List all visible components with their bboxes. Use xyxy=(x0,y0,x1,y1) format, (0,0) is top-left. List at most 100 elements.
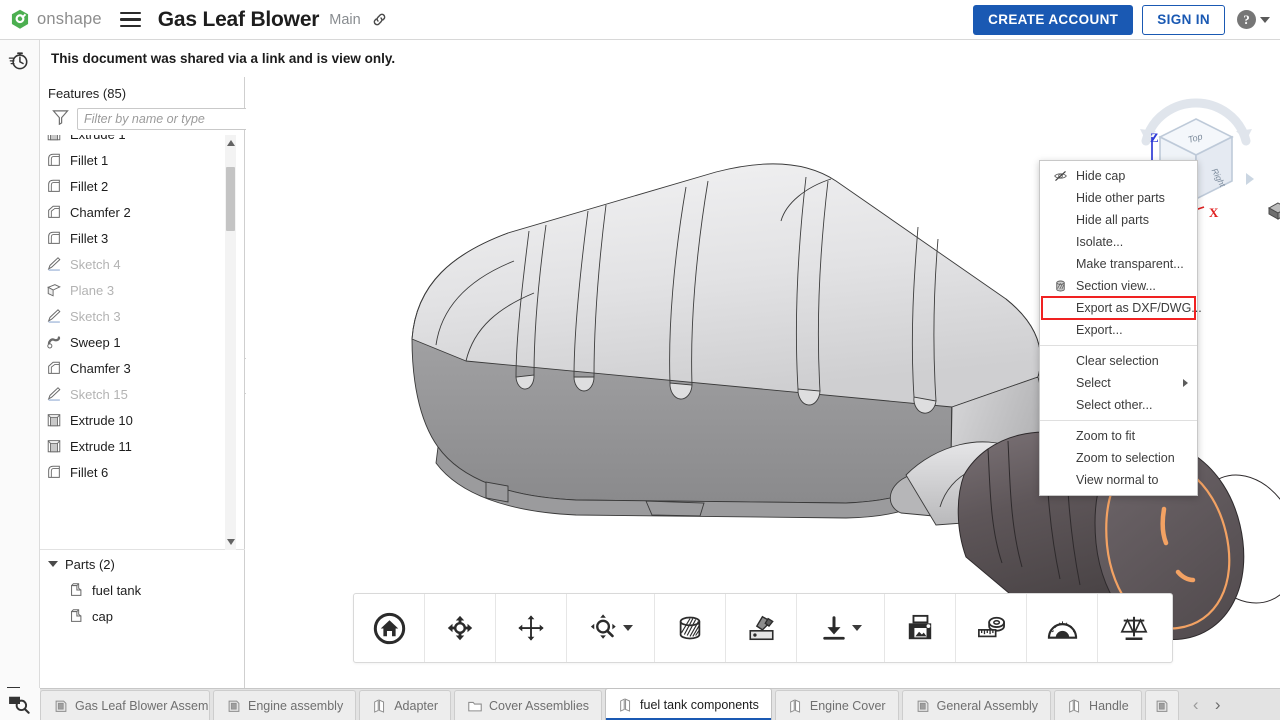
context-menu-item[interactable]: Section view... xyxy=(1040,275,1197,297)
part-row[interactable]: cap xyxy=(40,603,245,629)
document-tab[interactable]: Engine Cover xyxy=(775,690,899,720)
assembly-icon xyxy=(226,698,242,714)
extrude-icon xyxy=(46,438,62,454)
help-menu[interactable]: ? xyxy=(1237,10,1270,29)
feature-row[interactable]: Sweep 1 xyxy=(40,329,228,355)
tab-next-button[interactable]: › xyxy=(1208,694,1228,716)
context-menu-item[interactable]: Zoom to fit xyxy=(1040,425,1197,447)
link-icon[interactable] xyxy=(371,11,388,28)
appearance-button[interactable] xyxy=(726,594,797,662)
feature-label: Fillet 6 xyxy=(70,465,108,480)
feature-panel: Features (85) Extrude 1Fillet 1Fillet 2C… xyxy=(40,77,245,688)
pan-move-icon xyxy=(516,613,546,643)
document-tab[interactable]: Cover Assemblies xyxy=(454,690,602,720)
stopwatch-icon[interactable] xyxy=(8,49,30,76)
angle-button[interactable] xyxy=(1027,594,1098,662)
feature-row[interactable]: Chamfer 2 xyxy=(40,199,228,225)
feature-row[interactable]: Fillet 1 xyxy=(40,147,228,173)
feature-row[interactable]: Fillet 2 xyxy=(40,173,228,199)
feature-row[interactable]: Fillet 3 xyxy=(40,225,228,251)
document-tab[interactable]: Gas Leaf Blower Assem... xyxy=(40,690,210,720)
pan-button[interactable] xyxy=(496,594,567,662)
top-bar: onshape Gas Leaf Blower Main CREATE ACCO… xyxy=(0,0,1280,40)
chevron-down-icon[interactable] xyxy=(623,625,633,631)
feature-label: Extrude 11 xyxy=(70,439,132,454)
document-tab-label: fuel tank components xyxy=(640,698,759,712)
document-tab-label: General Assembly xyxy=(937,699,1038,713)
context-menu-item-label: Make transparent... xyxy=(1076,257,1184,271)
context-menu-item[interactable]: Export... xyxy=(1040,319,1197,341)
part-row[interactable]: fuel tank xyxy=(40,577,245,603)
feature-row[interactable]: Plane 3 xyxy=(40,277,228,303)
scrollbar-thumb[interactable] xyxy=(226,167,235,231)
assembly-icon xyxy=(1154,698,1170,714)
tab-prev-button[interactable]: ‹ xyxy=(1186,694,1206,716)
feature-filter-input[interactable] xyxy=(77,108,254,130)
feature-label: Fillet 1 xyxy=(70,153,108,168)
feature-row[interactable]: Extrude 11 xyxy=(40,433,228,459)
3d-viewport[interactable]: Top Right Z X xyxy=(246,77,1280,688)
chevron-down-icon[interactable] xyxy=(852,625,862,631)
tape-measure-icon xyxy=(976,614,1006,642)
feature-list[interactable]: Extrude 1Fillet 1Fillet 2Chamfer 2Fillet… xyxy=(40,135,245,550)
view-style-selector[interactable] xyxy=(1267,201,1280,221)
zoom-button[interactable] xyxy=(567,594,655,662)
mass-properties-button[interactable] xyxy=(1098,594,1169,662)
feature-label: Extrude 1 xyxy=(70,135,126,142)
help-icon: ? xyxy=(1237,10,1256,29)
feature-row[interactable]: Sketch 4 xyxy=(40,251,228,277)
document-tab[interactable]: fuel tank components xyxy=(605,688,772,720)
feature-label: Sketch 4 xyxy=(70,257,121,272)
context-menu-item-label: Section view... xyxy=(1076,279,1156,293)
context-menu-item[interactable]: Select other... xyxy=(1040,394,1197,416)
context-menu-item-highlighted[interactable]: Export as DXF/DWG... xyxy=(1042,297,1195,319)
document-search-icon[interactable] xyxy=(0,688,40,720)
onshape-logo[interactable]: onshape xyxy=(10,9,102,30)
feature-row[interactable]: Chamfer 3 xyxy=(40,355,228,381)
feature-label: Chamfer 3 xyxy=(70,361,131,376)
sign-in-button[interactable]: SIGN IN xyxy=(1142,5,1225,35)
workspace-branch-label[interactable]: Main xyxy=(329,12,360,28)
document-tab[interactable]: Engine assembly xyxy=(213,690,356,720)
hamburger-icon[interactable] xyxy=(120,12,141,28)
feature-list-scrollbar[interactable] xyxy=(225,135,236,550)
top-bar-actions: CREATE ACCOUNT SIGN IN ? xyxy=(973,5,1270,35)
context-menu-item[interactable]: Isolate... xyxy=(1040,231,1197,253)
context-menu-item[interactable]: Clear selection xyxy=(1040,350,1197,372)
context-menu-item[interactable]: Hide other parts xyxy=(1040,187,1197,209)
render-swatch-icon xyxy=(746,613,777,643)
create-account-button[interactable]: CREATE ACCOUNT xyxy=(973,5,1133,35)
document-tab[interactable]: Handle xyxy=(1054,690,1142,720)
print-button[interactable] xyxy=(885,594,956,662)
funnel-icon[interactable] xyxy=(52,109,69,130)
measure-button[interactable] xyxy=(956,594,1027,662)
feature-row[interactable]: Sketch 15 xyxy=(40,381,228,407)
fillet-icon xyxy=(46,230,62,246)
feature-row[interactable]: Extrude 10 xyxy=(40,407,228,433)
onshape-wordmark: onshape xyxy=(37,10,102,29)
context-menu-item[interactable]: Make transparent... xyxy=(1040,253,1197,275)
feature-row[interactable]: Fillet 6 xyxy=(40,459,228,485)
document-tab[interactable]: General Assembly xyxy=(902,690,1051,720)
context-menu-item[interactable]: Hide cap xyxy=(1040,165,1197,187)
context-menu-item[interactable]: Zoom to selection xyxy=(1040,447,1197,469)
document-tab[interactable]: Adapter xyxy=(359,690,451,720)
document-tab[interactable] xyxy=(1145,690,1179,720)
parts-header[interactable]: Parts (2) xyxy=(40,551,245,577)
parts-section: Parts (2) fuel tankcap xyxy=(40,551,245,629)
context-menu-item[interactable]: Select xyxy=(1040,372,1197,394)
view-home-button[interactable] xyxy=(354,594,425,662)
section-view-button[interactable] xyxy=(655,594,726,662)
context-menu-item[interactable]: View normal to xyxy=(1040,469,1197,491)
context-menu-item[interactable]: Hide all parts xyxy=(1040,209,1197,231)
scroll-down-arrow[interactable] xyxy=(225,536,236,548)
partstudio-icon xyxy=(618,697,634,713)
scroll-up-arrow[interactable] xyxy=(225,137,236,149)
context-menu-item-label: Export as DXF/DWG... xyxy=(1076,301,1202,315)
export-button[interactable] xyxy=(797,594,885,662)
document-tab-label: Handle xyxy=(1089,699,1129,713)
rotate-button[interactable] xyxy=(425,594,496,662)
feature-row[interactable]: Extrude 1 xyxy=(40,135,228,147)
feature-row[interactable]: Sketch 3 xyxy=(40,303,228,329)
extrude-icon xyxy=(46,135,62,142)
